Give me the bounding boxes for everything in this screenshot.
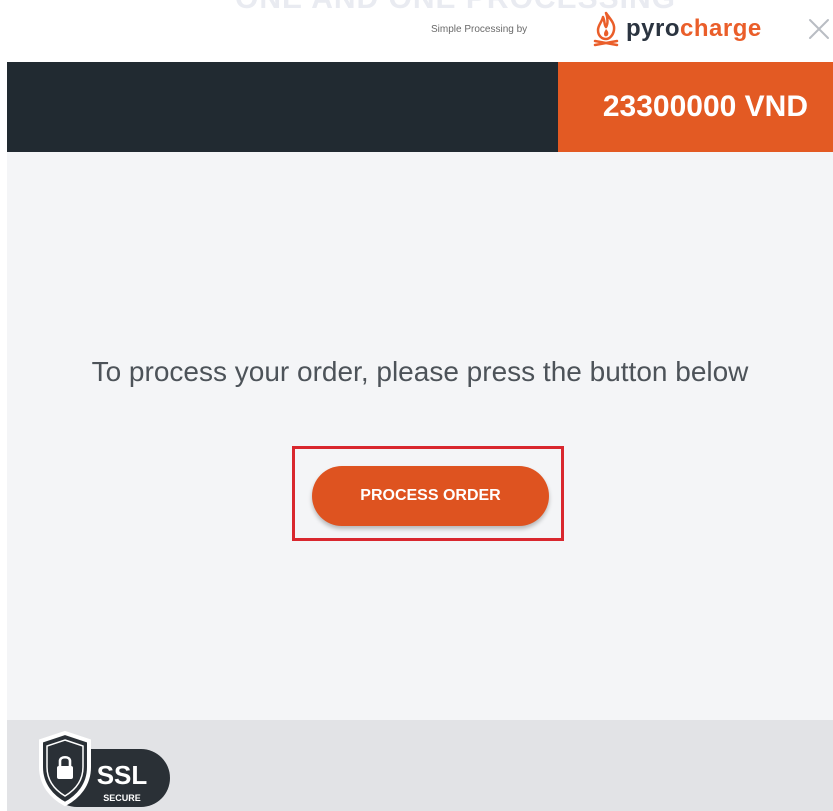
payment-page: ONE AND ONE PROCESSING Simple Processing…: [0, 0, 833, 811]
secure-label: SECURE: [103, 793, 141, 803]
close-icon[interactable]: [806, 19, 832, 48]
close-button[interactable]: [806, 14, 832, 44]
process-order-button[interactable]: PROCESS ORDER: [312, 466, 549, 526]
brand-name: pyrocharge: [626, 15, 762, 42]
footer: SSL SECURE: [7, 720, 833, 811]
main-content: To process your order, please press the …: [7, 152, 833, 720]
flame-logo-icon: [592, 11, 620, 47]
instruction-message: To process your order, please press the …: [91, 356, 749, 387]
pyrocharge-logo: pyrocharge: [592, 9, 762, 49]
order-amount: 23300000 VND: [602, 90, 808, 123]
ssl-secure-badge: SSL SECURE: [34, 729, 174, 811]
top-header: ONE AND ONE PROCESSING Simple Processing…: [0, 0, 833, 62]
simple-processing-label: Simple Processing by: [431, 24, 528, 35]
order-amount-box: 23300000 VND: [558, 62, 833, 152]
ssl-label: SSL: [97, 760, 148, 790]
